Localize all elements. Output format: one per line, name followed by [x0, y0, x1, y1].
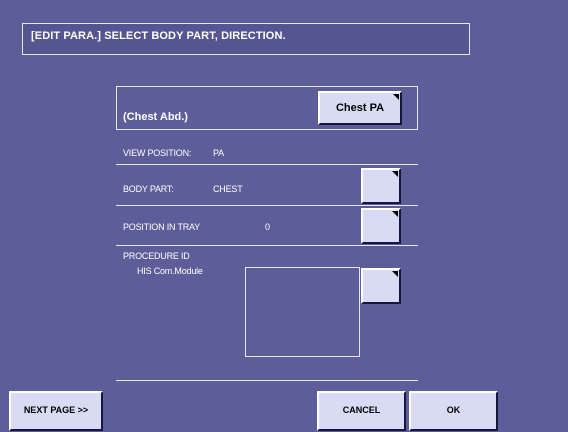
chest-pa-label: Chest PA: [335, 102, 385, 114]
procedure-id-select-button[interactable]: [361, 268, 401, 304]
position-in-tray-select-button[interactable]: [361, 208, 401, 244]
dropdown-corner-icon: [392, 211, 398, 217]
divider: [116, 245, 418, 246]
dropdown-corner-icon: [392, 171, 398, 177]
his-module-label: HIS Com.Module: [137, 266, 203, 276]
chest-pa-button[interactable]: Chest PA: [318, 91, 402, 125]
divider: [116, 164, 418, 165]
divider: [116, 380, 418, 381]
view-position-value: PA: [213, 148, 224, 158]
exam-name: (Chest Abd.): [123, 111, 188, 123]
body-part-label: BODY PART:: [123, 184, 174, 194]
procedure-id-list[interactable]: [245, 267, 360, 357]
view-position-label: VIEW POSITION:: [123, 148, 192, 158]
cancel-button[interactable]: CANCEL: [317, 391, 406, 431]
divider: [116, 205, 418, 206]
position-in-tray-value: 0: [265, 222, 270, 232]
cancel-label: CANCEL: [342, 405, 381, 415]
page-title: [EDIT PARA.] SELECT BODY PART, DIRECTION…: [31, 30, 286, 42]
position-in-tray-label: POSITION IN TRAY: [123, 222, 200, 232]
ok-label: OK: [446, 405, 461, 415]
next-page-label: NEXT PAGE >>: [23, 405, 89, 415]
page-header: [EDIT PARA.] SELECT BODY PART, DIRECTION…: [22, 23, 470, 55]
dropdown-corner-icon: [392, 271, 398, 277]
body-part-select-button[interactable]: [361, 168, 401, 204]
procedure-id-label: PROCEDURE ID: [123, 251, 190, 261]
dropdown-corner-icon: [393, 94, 399, 100]
next-page-button[interactable]: NEXT PAGE >>: [9, 391, 103, 431]
body-part-value: CHEST: [213, 184, 243, 194]
ok-button[interactable]: OK: [409, 391, 498, 431]
